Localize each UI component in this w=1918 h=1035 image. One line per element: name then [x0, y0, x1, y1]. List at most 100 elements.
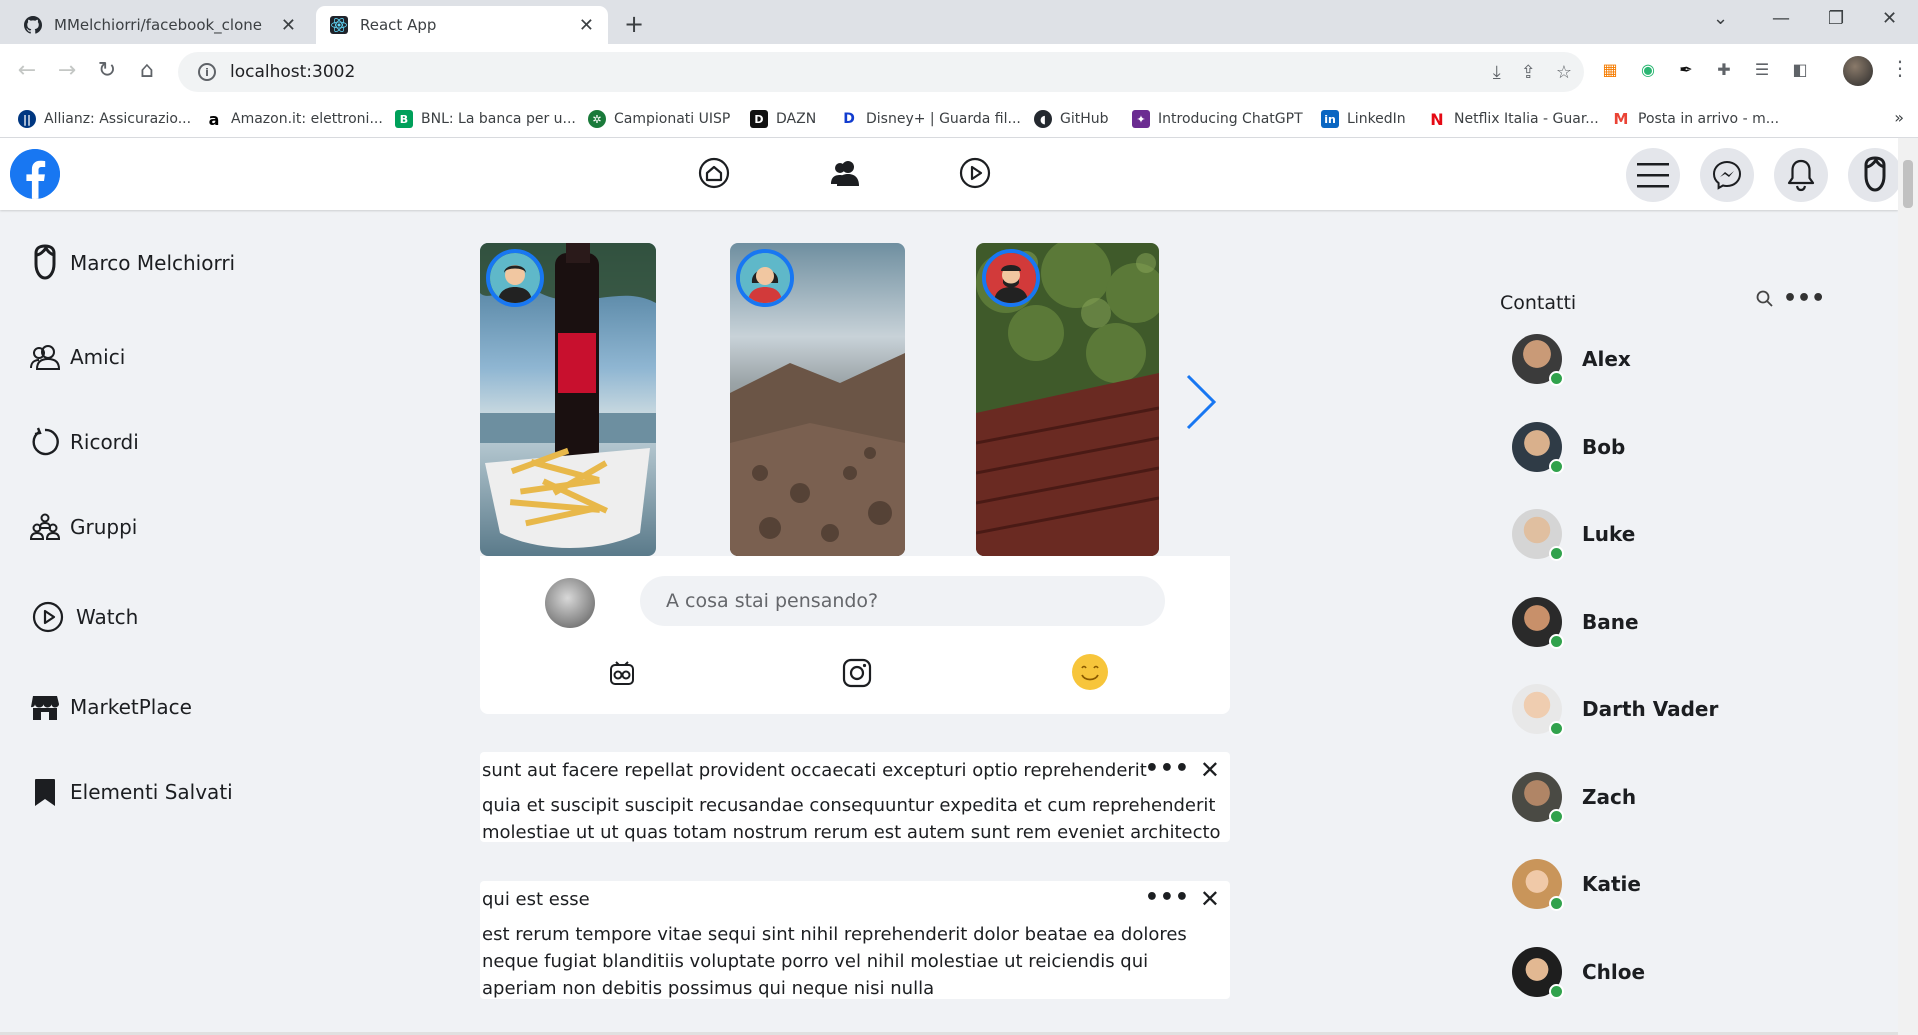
bookmark-item[interactable]: ✦ Introducing ChatGPT: [1132, 100, 1303, 138]
sidebar-item-watch[interactable]: Watch: [28, 600, 138, 634]
browser-tab-react-app[interactable]: React App ✕: [316, 6, 608, 44]
friends-icon[interactable]: [828, 156, 862, 190]
back-arrow-icon[interactable]: ←: [14, 58, 40, 83]
fb-top-nav: [0, 138, 1902, 210]
story-card[interactable]: [480, 243, 656, 556]
minimize-icon[interactable]: —: [1772, 8, 1790, 29]
disney-icon: D: [840, 110, 858, 128]
story-card[interactable]: [730, 243, 905, 556]
bookmark-item[interactable]: M Posta in arrivo - m...: [1612, 100, 1779, 138]
scrollbar-thumb[interactable]: [1903, 160, 1913, 208]
contact-name: Alex: [1582, 347, 1631, 371]
bookmark-item[interactable]: D Disney+ | Guarda fil...: [840, 100, 1021, 138]
sidebar-item-groups[interactable]: Gruppi: [28, 510, 137, 544]
home-icon[interactable]: ⌂: [134, 58, 160, 83]
tab-search-chevron-icon[interactable]: ⌄: [1713, 8, 1728, 29]
close-window-icon[interactable]: ✕: [1882, 8, 1897, 29]
account-button[interactable]: [1848, 148, 1902, 202]
story-card[interactable]: [976, 243, 1159, 556]
browser-profile-avatar[interactable]: [1843, 56, 1873, 86]
watch-icon[interactable]: [958, 156, 992, 190]
menu-button[interactable]: [1626, 148, 1680, 202]
color-picker-icon[interactable]: ✒: [1676, 59, 1696, 79]
bookmark-label: GitHub: [1060, 111, 1109, 127]
dazn-icon: D: [750, 110, 768, 128]
close-tab-icon[interactable]: ✕: [281, 15, 296, 36]
install-app-icon[interactable]: ⤓: [1493, 62, 1501, 83]
contact-item[interactable]: Bob: [1512, 422, 1625, 474]
user-outline-icon: [28, 244, 62, 280]
url-field[interactable]: i localhost:3002 ⤓ ⇪ ☆: [178, 52, 1584, 92]
reload-icon[interactable]: ↻: [94, 58, 120, 83]
bookmark-item[interactable]: N Netflix Italia - Guar...: [1428, 100, 1599, 138]
sidebar-item-marketplace[interactable]: MarketPlace: [28, 690, 192, 724]
bookmark-item[interactable]: ◖ GitHub: [1034, 100, 1109, 138]
bookmark-star-icon[interactable]: ☆: [1556, 62, 1572, 83]
contact-item[interactable]: Zach: [1512, 772, 1637, 824]
share-icon[interactable]: ⇪: [1521, 62, 1536, 83]
bookmark-item[interactable]: a Amazon.it: elettroni...: [205, 100, 383, 138]
bookmark-label: Netflix Italia - Guar...: [1454, 111, 1599, 127]
bookmark-label: Disney+ | Guarda fil...: [866, 111, 1021, 127]
vertical-scrollbar[interactable]: [1898, 138, 1918, 1035]
sidebar-item-profile[interactable]: Marco Melchiorri: [28, 244, 235, 280]
post-card: qui est esse ••• ✕ est rerum tempore vit…: [480, 881, 1230, 999]
reading-list-icon[interactable]: ☰: [1752, 59, 1772, 79]
forward-arrow-icon[interactable]: →: [54, 58, 80, 83]
bookmark-item[interactable]: ✲ Campionati UISP: [588, 100, 730, 138]
react-icon: [330, 16, 348, 34]
contact-item[interactable]: Darth Vader: [1512, 684, 1718, 736]
github-icon: [24, 16, 42, 34]
instagram-icon: [842, 658, 872, 688]
contact-item[interactable]: Luke: [1512, 509, 1635, 561]
sidebar-item-friends[interactable]: Amici: [28, 340, 125, 374]
contact-name: Zach: [1582, 785, 1637, 809]
status-input[interactable]: A cosa stai pensando?: [640, 576, 1165, 626]
extension-circle-icon[interactable]: ◉: [1638, 59, 1658, 79]
site-info-icon[interactable]: i: [198, 63, 216, 81]
bookmark-item[interactable]: || Allianz: Assicurazio...: [18, 100, 191, 138]
close-icon[interactable]: ✕: [1200, 885, 1220, 913]
side-panel-icon[interactable]: ◧: [1790, 59, 1810, 79]
bookmarks-bar: || Allianz: Assicurazio... a Amazon.it: …: [0, 100, 1918, 138]
more-options-icon[interactable]: •••: [1783, 286, 1825, 311]
more-options-icon[interactable]: •••: [1145, 756, 1190, 781]
restore-icon[interactable]: ❐: [1828, 8, 1844, 29]
tab-title: MMelchiorri/facebook_clone: [54, 16, 263, 34]
contact-item[interactable]: Katie: [1512, 859, 1641, 911]
feeling-button[interactable]: [1070, 652, 1110, 692]
bookmark-item[interactable]: D DAZN: [750, 100, 816, 138]
browser-tab-github[interactable]: MMelchiorri/facebook_clone ✕: [10, 6, 310, 44]
sidebar-item-saved[interactable]: Elementi Salvati: [28, 775, 233, 809]
browser-menu-icon[interactable]: ⋮: [1890, 56, 1910, 80]
sidebar-item-memories[interactable]: Ricordi: [28, 425, 139, 459]
contacts-heading: Contatti: [1500, 292, 1577, 314]
close-tab-icon[interactable]: ✕: [579, 15, 594, 36]
bookmark-label: Allianz: Assicurazio...: [44, 111, 192, 127]
more-bookmarks-icon[interactable]: »: [1894, 108, 1904, 127]
bookmark-icon: [28, 775, 62, 809]
home-icon[interactable]: [697, 156, 731, 190]
extension-grid-icon[interactable]: ▦: [1600, 59, 1620, 79]
extensions-puzzle-icon[interactable]: ✚: [1714, 59, 1734, 79]
close-icon[interactable]: ✕: [1200, 756, 1220, 784]
bookmark-item[interactable]: B BNL: La banca per u...: [395, 100, 576, 138]
notifications-button[interactable]: [1774, 148, 1828, 202]
contact-item[interactable]: Bane: [1512, 597, 1639, 649]
contact-item[interactable]: Alex: [1512, 334, 1631, 386]
friends-icon: [28, 340, 62, 374]
chevron-right-icon[interactable]: [1180, 372, 1220, 432]
url-text: localhost:3002: [230, 62, 356, 82]
bookmark-item[interactable]: in LinkedIn: [1321, 100, 1406, 138]
facebook-logo[interactable]: [10, 149, 60, 199]
avatar: [1512, 947, 1564, 999]
new-tab-icon[interactable]: +: [624, 10, 644, 38]
contact-item[interactable]: Chloe: [1512, 947, 1645, 999]
search-icon[interactable]: [1756, 290, 1774, 308]
messenger-button[interactable]: [1700, 148, 1754, 202]
contact-name: Bane: [1582, 610, 1639, 634]
more-options-icon[interactable]: •••: [1145, 885, 1190, 910]
live-video-button[interactable]: [605, 656, 639, 690]
sidebar-item-label: MarketPlace: [70, 695, 192, 719]
photo-button[interactable]: [840, 656, 874, 690]
